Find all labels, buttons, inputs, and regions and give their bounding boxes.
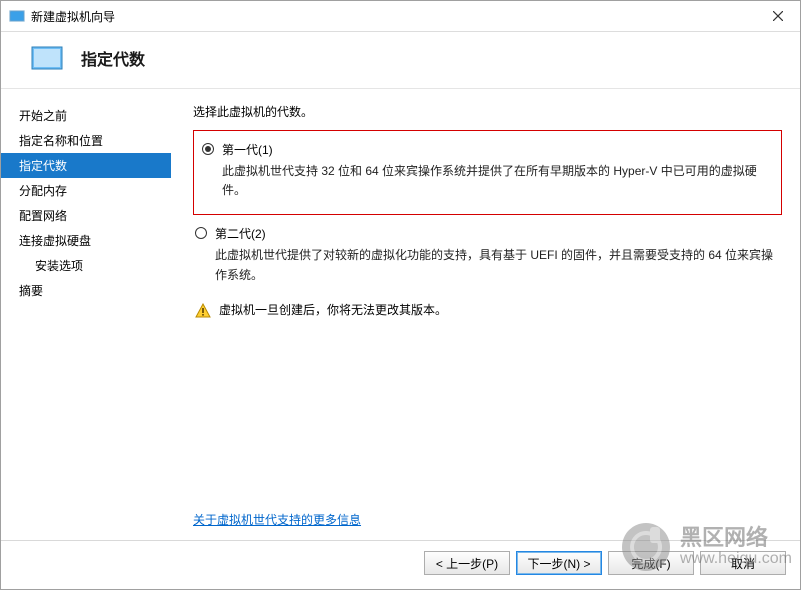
- window-title: 新建虚拟机向导: [31, 8, 755, 25]
- app-icon: [9, 8, 25, 24]
- gen2-option-group: 第二代(2) 此虚拟机世代提供了对较新的虚拟化功能的支持，具有基于 UEFI 的…: [193, 221, 782, 290]
- gen1-highlight-box: 第一代(1) 此虚拟机世代支持 32 位和 64 位来宾操作系统并提供了在所有早…: [193, 130, 782, 215]
- wizard-body: 开始之前 指定名称和位置 指定代数 分配内存 配置网络 连接虚拟硬盘 安装选项 …: [1, 89, 800, 540]
- gen2-radio[interactable]: [195, 227, 207, 242]
- generation-prompt: 选择此虚拟机的代数。: [193, 103, 782, 120]
- gen1-label[interactable]: 第一代(1): [222, 141, 273, 158]
- warning-row: 虚拟机一旦创建后，你将无法更改其版本。: [193, 301, 782, 319]
- wizard-main-panel: 选择此虚拟机的代数。 第一代(1) 此虚拟机世代支持 32 位和 64 位来宾操…: [171, 89, 800, 540]
- cancel-button[interactable]: 取消: [700, 551, 786, 575]
- wizard-steps-sidebar: 开始之前 指定名称和位置 指定代数 分配内存 配置网络 连接虚拟硬盘 安装选项 …: [1, 89, 171, 540]
- page-title: 指定代数: [81, 46, 145, 70]
- step-summary[interactable]: 摘要: [1, 278, 171, 303]
- step-configure-network[interactable]: 配置网络: [1, 203, 171, 228]
- finish-button[interactable]: 完成(F): [608, 551, 694, 575]
- previous-button[interactable]: < 上一步(P): [424, 551, 510, 575]
- wizard-window: 新建虚拟机向导 指定代数 开始之前 指定名称和位置 指定代数 分配内存 配置网络…: [0, 0, 801, 590]
- gen1-option-row: 第一代(1): [200, 141, 775, 158]
- next-button[interactable]: 下一步(N) >: [516, 551, 602, 575]
- gen2-label[interactable]: 第二代(2): [215, 225, 266, 242]
- gen2-option-row: 第二代(2): [193, 225, 782, 242]
- step-assign-memory[interactable]: 分配内存: [1, 178, 171, 203]
- wizard-header: 指定代数: [1, 32, 800, 89]
- title-bar: 新建虚拟机向导: [1, 1, 800, 32]
- spacer: [193, 319, 782, 511]
- warning-icon: [195, 303, 211, 319]
- more-info-link[interactable]: 关于虚拟机世代支持的更多信息: [193, 511, 782, 528]
- gen1-radio[interactable]: [202, 143, 214, 158]
- step-specify-generation[interactable]: 指定代数: [1, 153, 171, 178]
- gen2-description: 此虚拟机世代提供了对较新的虚拟化功能的支持，具有基于 UEFI 的固件，并且需要…: [215, 246, 782, 284]
- close-button[interactable]: [755, 1, 800, 31]
- warning-text: 虚拟机一旦创建后，你将无法更改其版本。: [219, 301, 447, 318]
- header-icon: [31, 46, 63, 70]
- step-connect-vhd[interactable]: 连接虚拟硬盘: [1, 228, 171, 253]
- wizard-footer: < 上一步(P) 下一步(N) > 完成(F) 取消: [1, 540, 800, 589]
- step-before-begin[interactable]: 开始之前: [1, 103, 171, 128]
- close-icon: [773, 11, 783, 21]
- step-name-location[interactable]: 指定名称和位置: [1, 128, 171, 153]
- step-install-options[interactable]: 安装选项: [1, 253, 171, 278]
- gen1-description: 此虚拟机世代支持 32 位和 64 位来宾操作系统并提供了在所有早期版本的 Hy…: [222, 162, 775, 200]
